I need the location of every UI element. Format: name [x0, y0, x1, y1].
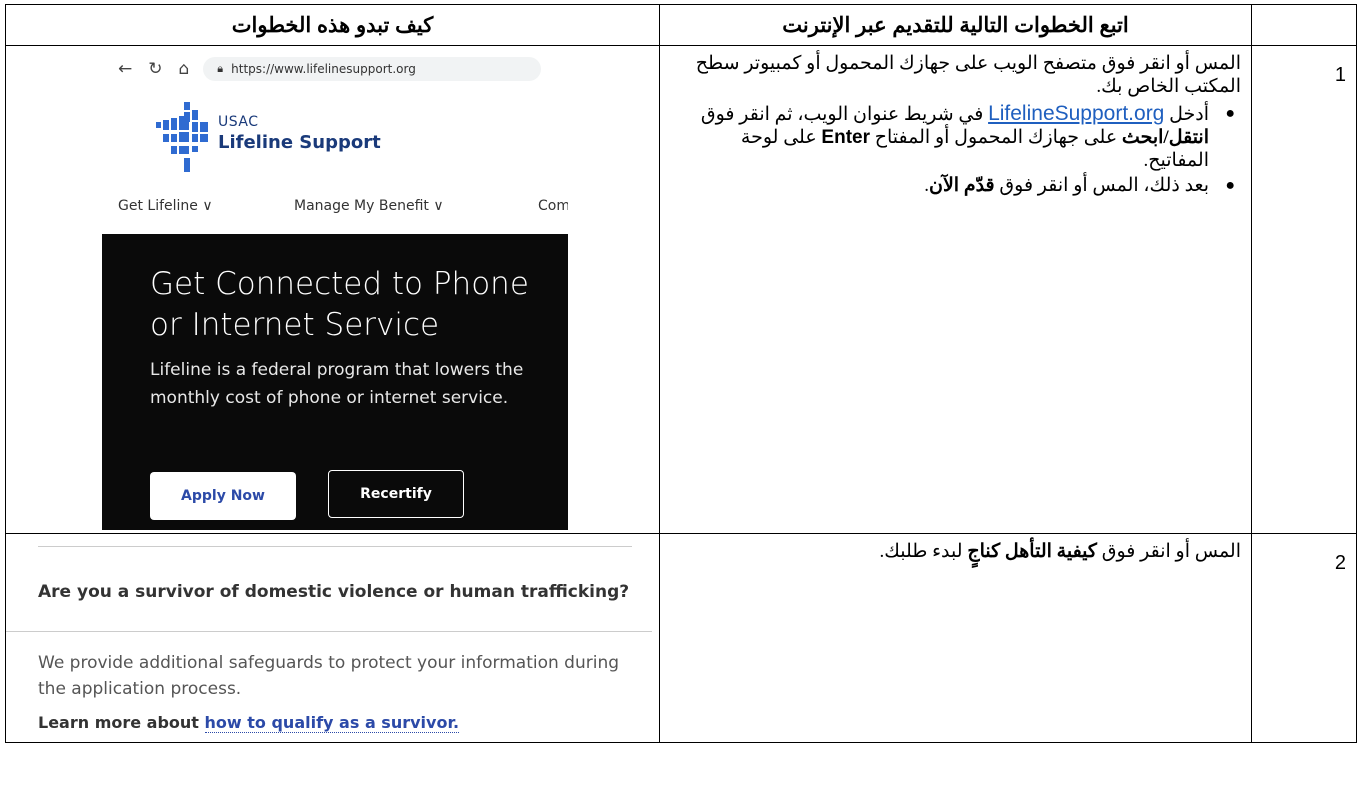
step-row-2: Are you a survivor of domestic violence … [5, 533, 1357, 743]
lifelinesupport-link[interactable]: LifelineSupport.org [988, 102, 1164, 125]
divider [6, 631, 652, 632]
hero-banner: Get Connected to Phone or Internet Servi… [102, 234, 568, 530]
bullet-icon: ● [1225, 105, 1235, 122]
step-2-screenshot-cell: Are you a survivor of domestic violence … [5, 533, 660, 743]
header-visual: كيف تبدو هذه الخطوات [5, 4, 660, 46]
lifeline-homepage-screenshot: ← ↻ ⌂ 🔒︎ https://www.lifelinesupport.org [102, 52, 568, 530]
nav-manage-benefit: Manage My Benefit ∨ [294, 198, 444, 214]
hero-text: Lifeline is a federal program that lower… [150, 360, 524, 408]
qualify-survivor-link: how to qualify as a survivor. [204, 713, 460, 733]
hero-title: Get Connected to Phone or Internet Servi… [150, 266, 529, 343]
step-1-bullets: ● أدخل LifelineSupport.org في شريط عنوان… [672, 102, 1235, 197]
header-row: كيف تبدو هذه الخطوات اتبع الخطوات التالي… [5, 4, 1357, 46]
header-number [1251, 4, 1357, 46]
step-2-instructions: المس أو انقر فوق كيفية التأهل كناجٍ لبدء… [659, 533, 1252, 743]
recertify-button: Recertify [328, 470, 464, 518]
survivor-screenshot: Are you a survivor of domestic violence … [6, 534, 659, 740]
step-1-bullet-2: ● بعد ذلك، المس أو انقر فوق قدّم الآن. [924, 175, 1235, 196]
divider [38, 546, 632, 547]
step-2-number: 2 [1251, 533, 1357, 743]
apply-now-button: Apply Now [150, 472, 296, 520]
step-1-instructions: المس أو انقر فوق متصفح الويب على جهازك ا… [659, 45, 1252, 534]
bullet-icon: ● [1225, 177, 1235, 194]
reload-icon: ↻ [148, 59, 163, 79]
step-row-1: ← ↻ ⌂ 🔒︎ https://www.lifelinesupport.org [5, 45, 1357, 534]
survivor-question: Are you a survivor of domestic violence … [38, 582, 630, 602]
header-steps: اتبع الخطوات التالية للتقديم عبر الإنترن… [659, 4, 1252, 46]
step-1-number: 1 [1251, 45, 1357, 534]
nav-truncated: Com [538, 198, 568, 214]
back-icon: ← [118, 59, 133, 79]
usac-label: USAC [218, 114, 259, 130]
home-icon: ⌂ [178, 59, 190, 79]
step-1-screenshot-cell: ← ↻ ⌂ 🔒︎ https://www.lifelinesupport.org [5, 45, 660, 534]
step-1-intro: المس أو انقر فوق متصفح الويب على جهازك ا… [695, 53, 1241, 97]
browser-bar: ← ↻ ⌂ 🔒︎ https://www.lifelinesupport.org [102, 52, 568, 86]
site-name: Lifeline Support [218, 132, 381, 153]
url-text: https://www.lifelinesupport.org [231, 62, 416, 76]
learn-more: Learn more about how to qualify as a sur… [38, 713, 460, 733]
survivor-text: We provide additional safeguards to prot… [38, 653, 620, 699]
step-1-bullet-1: ● أدخل LifelineSupport.org في شريط عنوان… [700, 102, 1235, 171]
address-bar: 🔒︎ https://www.lifelinesupport.org [203, 57, 542, 81]
instructions-table: كيف تبدو هذه الخطوات اتبع الخطوات التالي… [5, 4, 1357, 743]
lock-icon: 🔒︎ [217, 62, 224, 75]
usac-logo-icon [156, 102, 208, 172]
nav-get-lifeline: Get Lifeline ∨ [118, 198, 213, 214]
